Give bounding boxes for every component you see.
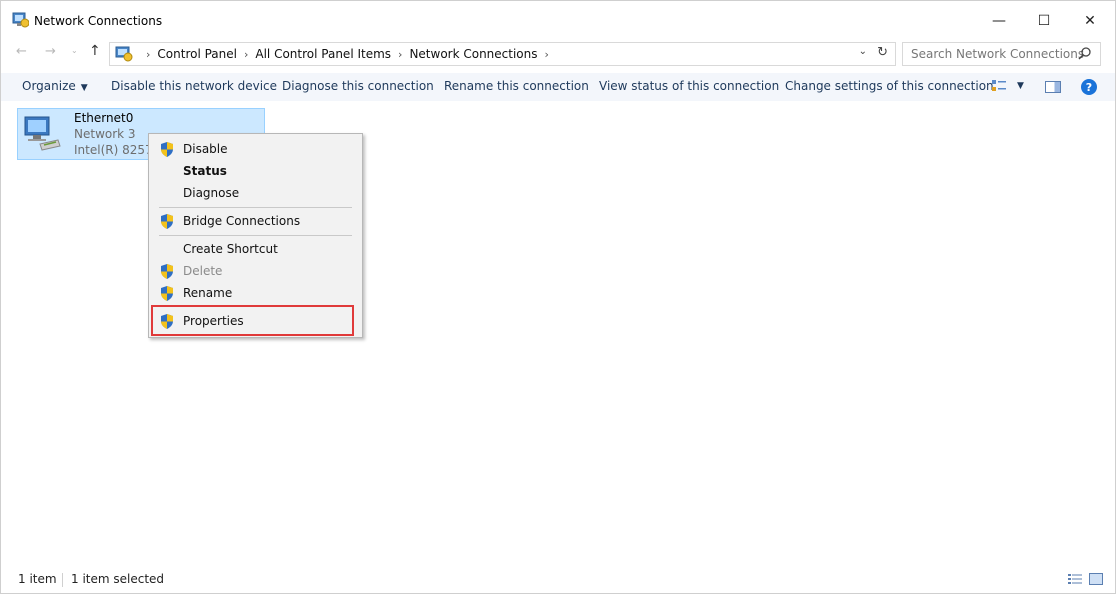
tiles-view-icon[interactable]	[1089, 573, 1103, 585]
maximize-button[interactable]: ☐	[1026, 9, 1062, 33]
chevron-down-icon: ▼	[80, 83, 88, 93]
title-bar: Network Connections — ☐ ✕	[1, 1, 1115, 39]
organize-menu-button[interactable]: Organize ▼	[22, 79, 88, 93]
diagnose-connection-button[interactable]: Diagnose this connection	[282, 79, 434, 93]
breadcrumb-separator: ›	[146, 47, 151, 61]
view-options-chevron-icon[interactable]: ▼	[1017, 81, 1024, 91]
connection-name: Ethernet0	[74, 111, 134, 125]
change-view-icon[interactable]	[991, 79, 1007, 93]
uac-shield-icon	[161, 214, 173, 229]
menu-item-label: Diagnose	[183, 186, 240, 200]
menu-item-delete: Delete	[152, 260, 359, 282]
breadcrumb-network-connections[interactable]: Network Connections	[409, 47, 537, 61]
address-bar[interactable]: › Control Panel › All Control Panel Item…	[109, 42, 896, 66]
search-input[interactable]: Search Network Connections	[911, 47, 1084, 61]
disable-device-button[interactable]: Disable this network device	[111, 79, 277, 93]
navigation-row: ← → ⌄ ↑ › Control Panel › All Control Pa…	[1, 41, 1115, 67]
properties-highlight-box	[151, 305, 354, 336]
context-menu: Disable Status Diagnose Bridge Connectio…	[148, 133, 363, 338]
maximize-icon: ☐	[1037, 13, 1051, 29]
rename-connection-button[interactable]: Rename this connection	[444, 79, 589, 93]
item-count: 1 item	[18, 572, 57, 586]
minimize-icon: —	[992, 13, 1006, 29]
organize-label: Organize	[22, 79, 76, 93]
menu-item-disable[interactable]: Disable	[152, 138, 359, 160]
network-connections-window: Network Connections — ☐ ✕ ← → ⌄ ↑ › Cont…	[0, 0, 1116, 594]
close-button[interactable]: ✕	[1072, 9, 1108, 33]
status-bar: 1 item 1 item selected	[1, 567, 1115, 593]
menu-item-create-shortcut[interactable]: Create Shortcut	[152, 238, 359, 260]
control-panel-icon	[115, 46, 133, 62]
change-settings-button[interactable]: Change settings of this connection	[785, 79, 994, 93]
ethernet-adapter-icon	[24, 116, 61, 151]
menu-item-status[interactable]: Status	[152, 160, 359, 182]
uac-shield-icon	[161, 142, 173, 157]
window-title: Network Connections	[34, 14, 163, 28]
menu-item-label: Delete	[183, 264, 223, 278]
selection-count: 1 item selected	[71, 572, 165, 586]
search-box[interactable]: Search Network Connections	[902, 42, 1101, 66]
up-arrow-icon[interactable]: ↑	[89, 43, 101, 59]
uac-shield-icon	[161, 286, 173, 301]
minimize-button[interactable]: —	[981, 9, 1017, 33]
recent-locations-chevron-icon[interactable]: ⌄	[71, 46, 78, 55]
uac-shield-icon	[161, 264, 173, 279]
network-connections-app-icon	[12, 12, 29, 28]
menu-item-label: Rename	[183, 286, 233, 300]
menu-item-diagnose[interactable]: Diagnose	[152, 182, 359, 204]
menu-separator	[159, 207, 352, 208]
menu-separator	[159, 235, 352, 236]
forward-arrow-icon[interactable]: →	[45, 44, 56, 59]
status-divider	[62, 573, 63, 587]
menu-item-rename[interactable]: Rename	[152, 282, 359, 304]
menu-item-label: Disable	[183, 142, 228, 156]
breadcrumb-separator[interactable]: ›	[244, 48, 248, 61]
view-status-button[interactable]: View status of this connection	[599, 79, 779, 93]
refresh-icon[interactable]: ↻	[877, 45, 888, 60]
address-dropdown-icon[interactable]: ⌄	[859, 46, 867, 57]
command-bar: Organize ▼ Disable this network device Di…	[1, 73, 1115, 101]
details-view-icon[interactable]	[1068, 573, 1082, 585]
breadcrumb-separator[interactable]: ›	[398, 48, 402, 61]
breadcrumb-separator[interactable]: ›	[545, 48, 549, 61]
close-icon: ✕	[1084, 13, 1096, 29]
menu-item-label: Bridge Connections	[183, 214, 301, 228]
menu-item-label: Status	[183, 164, 227, 178]
breadcrumb: › Control Panel › All Control Panel Item…	[110, 43, 556, 65]
connection-network: Network 3	[74, 127, 136, 141]
menu-item-label: Create Shortcut	[183, 242, 278, 256]
back-arrow-icon[interactable]: ←	[16, 44, 27, 59]
preview-pane-icon[interactable]	[1045, 81, 1061, 93]
help-icon[interactable]: ?	[1081, 79, 1097, 95]
breadcrumb-all-control-panel-items[interactable]: All Control Panel Items	[255, 47, 391, 61]
search-icon[interactable]	[1078, 46, 1092, 60]
breadcrumb-control-panel[interactable]: Control Panel	[157, 47, 237, 61]
menu-item-bridge-connections[interactable]: Bridge Connections	[152, 210, 359, 232]
